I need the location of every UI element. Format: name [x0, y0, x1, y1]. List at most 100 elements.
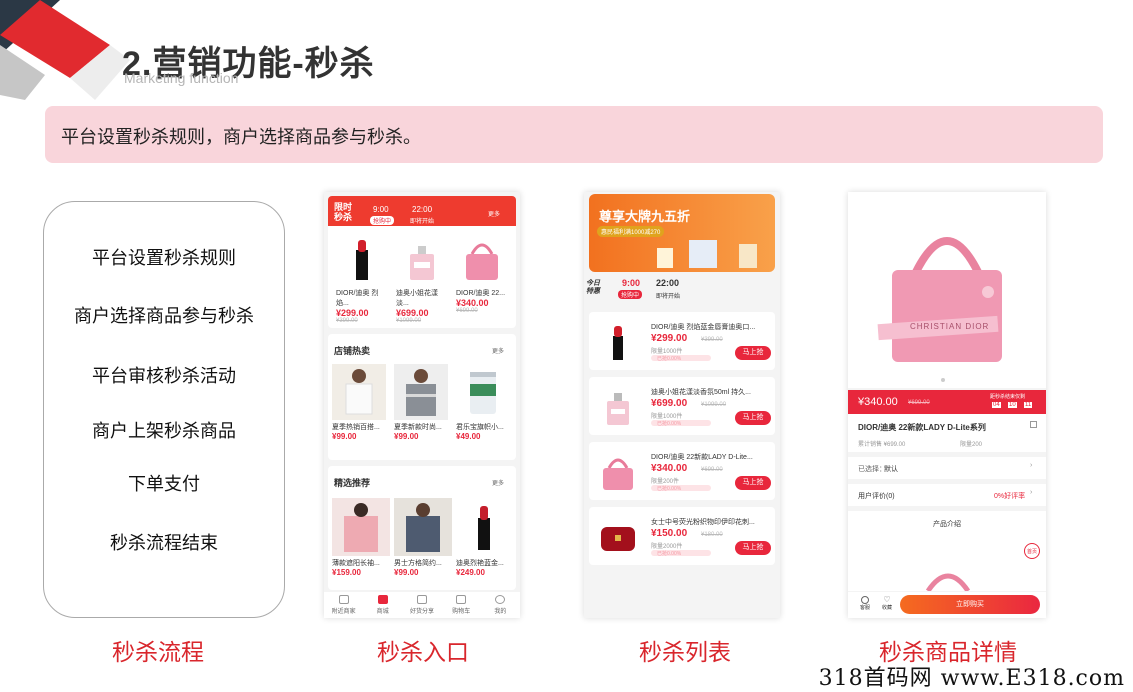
flow-step: 平台审核秒杀活动: [92, 366, 236, 386]
list-item[interactable]: 女士中号荧光粉织物印伊印花刺... ¥150.00 ¥180.00 限量2000…: [589, 507, 775, 565]
item-price: ¥99.00: [332, 432, 357, 441]
item-name: DIOR/迪奥 22新款LADY D-Lite...: [651, 454, 753, 461]
hot-item[interactable]: 君乐宝旗帜小... ¥49.00: [456, 364, 512, 441]
product-info: DIOR/迪奥 22新款LADY D-Lite系列 累计销售 ¥699.00 限…: [848, 414, 1046, 452]
buy-now-button[interactable]: 立即购买: [900, 595, 1040, 614]
item-limit: 限量200件: [651, 479, 680, 485]
flow-step: 下单支付: [128, 474, 200, 494]
spec-selector[interactable]: 已选择： 默认 ›: [848, 457, 1046, 479]
list-status-1: 抢购中: [618, 290, 643, 299]
service-label: 客服: [860, 605, 871, 611]
check-shirt-image: [394, 498, 452, 556]
hot-item[interactable]: 夏季新款时尚... ¥99.00: [394, 364, 450, 441]
tab-mall[interactable]: 商城: [363, 592, 402, 618]
item-name: 迪奥小姐花漾淡...: [396, 290, 438, 307]
flash-price-bar: ¥340.00 ¥699.00 距秒杀结束仅剩 04 10 11: [848, 390, 1046, 414]
item-price: ¥99.00: [394, 432, 419, 441]
service-button[interactable]: 客服: [860, 596, 870, 611]
promo-products-image: [657, 240, 757, 268]
item-price: ¥249.00: [456, 568, 485, 577]
list-item[interactable]: 迪奥小姐花漾淡香氛50ml 持久... ¥699.00 ¥1099.00 限量1…: [589, 377, 775, 435]
item-name: DIOR/迪奥 22...: [456, 290, 506, 297]
perfume-image: [607, 393, 629, 425]
item-price: ¥340.00: [456, 298, 489, 308]
recommend-item[interactable]: 迪奥烈艳蓝金... ¥249.00: [456, 498, 514, 577]
tab-label: 好货分享: [410, 609, 435, 615]
user-icon: [495, 595, 506, 604]
flash-status-1: 抢购中: [370, 216, 395, 225]
tab-nearby[interactable]: 附近商家: [324, 592, 363, 618]
bottom-tab-bar: 附近商家 商城 好货分享 购物车 我的: [324, 592, 520, 618]
tab-cart[interactable]: 购物车: [442, 592, 481, 618]
hot-sale-card: 店铺热卖 更多 夏季热销百搭... ¥99.00 夏季新款时尚... ¥99.0…: [328, 334, 516, 460]
recommend-item[interactable]: 薄款遮阳长袖... ¥159.00: [332, 498, 390, 577]
flash-item[interactable]: 迪奥小姐花漾淡... ¥699.00 ¥1099.00: [396, 234, 448, 324]
sold-progress: 已抢0.00%: [651, 550, 711, 557]
spec-label: 已选择：: [858, 466, 886, 473]
flow-step: 平台设置秒杀规则: [92, 248, 236, 268]
list-item[interactable]: DIOR/迪奥 22新款LADY D-Lite... ¥340.00 ¥699.…: [589, 442, 775, 500]
intro-section: 产品介绍 首页: [848, 511, 1046, 591]
handbag-image: [466, 243, 498, 280]
flash-status-2: 即将开始: [410, 219, 435, 225]
pink-shirt-image: [332, 498, 390, 556]
detail-action-bar: 客服 ♡ 收藏 立即购买: [848, 592, 1046, 618]
list-time-1: 9:00: [622, 278, 641, 288]
review-row[interactable]: 用户评价(0) 0%好评率 ›: [848, 484, 1046, 506]
countdown-minutes: 10: [1008, 402, 1017, 408]
tab-label: 商城: [376, 609, 389, 615]
heart-icon: ♡: [883, 595, 891, 604]
countdown-label: 距秒杀结束仅剩: [990, 394, 1026, 400]
cart-icon: [456, 595, 467, 604]
page-subtitle: Marketing function: [124, 70, 239, 86]
promo-title: 尊享大牌九五折: [599, 209, 691, 224]
hot-title: 店铺热卖: [334, 346, 371, 356]
play-icon: [417, 595, 427, 604]
item-name: DIOR/迪奥 烈焰...: [336, 290, 379, 307]
buy-now-button[interactable]: 马上抢: [735, 411, 771, 425]
milk-can-image: [470, 372, 496, 414]
detail-price: ¥340.00: [858, 396, 898, 408]
bag-print-text: CHRISTIAN DIOR: [910, 322, 990, 331]
buy-now-button[interactable]: 马上抢: [735, 541, 771, 555]
item-old-price: ¥699.00: [701, 467, 723, 473]
share-icon[interactable]: [1030, 421, 1037, 428]
item-price: ¥699.00: [396, 308, 429, 318]
recommend-item[interactable]: 男士方格简约... ¥99.00: [394, 498, 452, 577]
countdown-hours: 04: [992, 402, 1001, 408]
tab-me[interactable]: 我的: [481, 592, 520, 618]
item-name: 迪奥小姐花漾淡香氛50ml 持久...: [651, 389, 751, 396]
list-screen: 尊享大牌九五折 惠民福利满1000减270 今日特惠 9:00 抢购中 22:0…: [584, 192, 780, 618]
lipstick-image: [478, 506, 490, 550]
item-name: 男士方格简约...: [394, 560, 442, 567]
flash-more-link[interactable]: 更多: [488, 209, 500, 218]
hot-more-link[interactable]: 更多: [492, 346, 504, 355]
product-name: DIOR/迪奥 22新款LADY D-Lite系列: [858, 423, 986, 432]
hot-item[interactable]: 夏季热销百搭... ¥99.00: [332, 364, 388, 441]
recommend-more-link[interactable]: 更多: [492, 478, 504, 487]
buy-now-button[interactable]: 马上抢: [735, 346, 771, 360]
spec-value: 默认: [884, 466, 898, 473]
list-item[interactable]: DIOR/迪奥 烈焰蓝金唇膏迪奥口... ¥299.00 ¥399.00 限量1…: [589, 312, 775, 370]
promo-banner[interactable]: 尊享大牌九五折 惠民福利满1000减270: [589, 194, 775, 272]
item-old-price: ¥1099.00: [701, 402, 727, 408]
entry-screen: 限时秒杀 9:00 抢购中 22:00 即将开始 更多 DIOR/迪奥 烈焰..…: [324, 192, 520, 618]
flow-step: 秒杀流程结束: [110, 533, 218, 553]
caption-flow: 秒杀流程: [112, 639, 204, 665]
item-name: DIOR/迪奥 烈焰蓝金唇膏迪奥口...: [651, 324, 756, 331]
tab-label: 我的: [494, 609, 507, 615]
sold-progress: 已抢0.00%: [651, 355, 711, 362]
handbag-image: [603, 458, 633, 490]
intro-banner: 平台设置秒杀规则，商户选择商品参与秒杀。: [45, 106, 1103, 163]
flash-item[interactable]: DIOR/迪奥 22... ¥340.00 ¥699.00: [456, 234, 512, 314]
flash-item[interactable]: DIOR/迪奥 烈焰... ¥299.00 ¥399.00: [336, 234, 388, 324]
item-name: 夏季热销百搭...: [332, 424, 380, 431]
tab-share[interactable]: 好货分享: [402, 592, 441, 618]
favorite-button[interactable]: ♡ 收藏: [882, 595, 892, 612]
tab-label: 购物车: [452, 609, 471, 615]
home-float-button[interactable]: 首页: [1024, 543, 1040, 559]
buy-now-button[interactable]: 马上抢: [735, 476, 771, 490]
product-gallery[interactable]: CHRISTIAN DIOR: [848, 192, 1046, 388]
bag-icon: [377, 595, 388, 604]
headset-icon: [861, 596, 869, 604]
